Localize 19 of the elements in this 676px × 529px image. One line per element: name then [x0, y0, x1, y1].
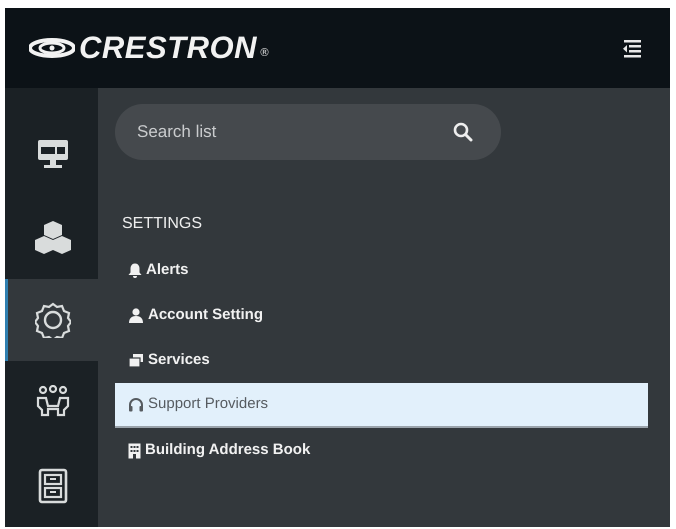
registered-mark: ® — [258, 44, 270, 61]
gear-icon — [35, 302, 71, 338]
search-icon[interactable] — [453, 122, 473, 142]
stacked-cards-icon — [128, 353, 144, 368]
cabinet-icon — [38, 468, 68, 504]
search-field[interactable]: Search list — [115, 104, 501, 160]
building-icon — [128, 442, 141, 458]
settings-menu-item[interactable]: Building Address Book — [115, 428, 648, 473]
settings-menu-item[interactable]: Alerts — [115, 248, 648, 293]
settings-menu-item[interactable]: Account Setting — [115, 293, 648, 338]
section-heading: SETTINGS — [122, 214, 204, 234]
rail-tab[interactable] — [5, 278, 98, 362]
headphones-icon — [128, 397, 144, 412]
bell-icon — [128, 263, 142, 278]
cubes-icon — [35, 220, 71, 254]
settings-menu-item[interactable]: Support Providers — [115, 383, 648, 428]
logo-wordmark: CRESTRON — [79, 28, 257, 67]
user-icon — [128, 308, 144, 323]
settings-menu-item[interactable]: Services — [115, 338, 648, 383]
